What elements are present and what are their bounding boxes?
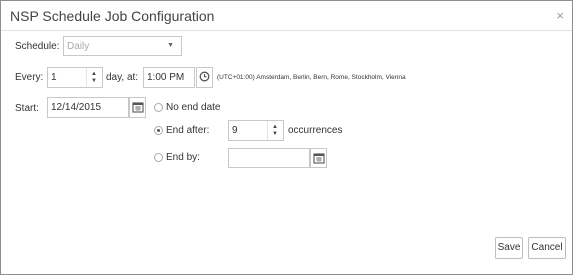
- end-by-date-input[interactable]: [228, 148, 310, 168]
- start-label: Start:: [15, 103, 39, 114]
- timezone-label: (UTC+01:00) Amsterdam, Berlin, Bern, Rom…: [217, 74, 406, 81]
- every-stepper[interactable]: ▲ ▼: [86, 68, 102, 87]
- occurrences-stepper[interactable]: ▲ ▼: [267, 121, 283, 140]
- decrement-icon[interactable]: ▼: [91, 78, 97, 84]
- decrement-icon[interactable]: ▼: [272, 131, 278, 137]
- every-label: Every:: [15, 72, 44, 83]
- end-by-date-picker-button[interactable]: [310, 148, 327, 168]
- every-value: 1: [51, 72, 57, 83]
- end-after-radio[interactable]: [154, 126, 163, 135]
- increment-icon[interactable]: ▲: [91, 71, 97, 77]
- calendar-icon: [313, 153, 325, 164]
- clock-icon: [199, 71, 210, 82]
- save-button[interactable]: Save: [495, 237, 523, 259]
- time-input[interactable]: 1:00 PM: [143, 67, 195, 88]
- schedule-select-value: Daily: [67, 41, 90, 52]
- end-by-label: End by:: [166, 152, 200, 163]
- chevron-down-icon: ▼: [167, 42, 174, 49]
- end-by-radio[interactable]: [154, 153, 163, 162]
- every-unit-label: day, at:: [106, 72, 139, 83]
- no-end-date-radio[interactable]: [154, 103, 163, 112]
- occurrences-input[interactable]: 9 ▲ ▼: [228, 120, 284, 141]
- start-date-input[interactable]: 12/14/2015: [47, 97, 129, 118]
- every-input[interactable]: 1 ▲ ▼: [47, 67, 103, 88]
- dialog-title: NSP Schedule Job Configuration: [10, 8, 215, 24]
- no-end-date-label: No end date: [166, 102, 221, 113]
- occurrences-unit-label: occurrences: [288, 125, 343, 136]
- end-after-label: End after:: [166, 125, 210, 136]
- occurrences-value: 9: [232, 125, 238, 136]
- time-value: 1:00 PM: [147, 72, 185, 83]
- increment-icon[interactable]: ▲: [272, 124, 278, 130]
- start-date-value: 12/14/2015: [51, 102, 102, 113]
- cancel-button[interactable]: Cancel: [528, 237, 566, 259]
- schedule-dialog: NSP Schedule Job Configuration × Schedul…: [0, 0, 573, 275]
- calendar-icon: [132, 102, 144, 113]
- time-picker-button[interactable]: [196, 67, 213, 88]
- dialog-title-bar: NSP Schedule Job Configuration ×: [1, 1, 572, 31]
- schedule-select[interactable]: Daily ▼: [63, 36, 182, 56]
- close-icon[interactable]: ×: [556, 8, 564, 23]
- schedule-label: Schedule:: [15, 41, 60, 52]
- start-date-picker-button[interactable]: [129, 97, 146, 118]
